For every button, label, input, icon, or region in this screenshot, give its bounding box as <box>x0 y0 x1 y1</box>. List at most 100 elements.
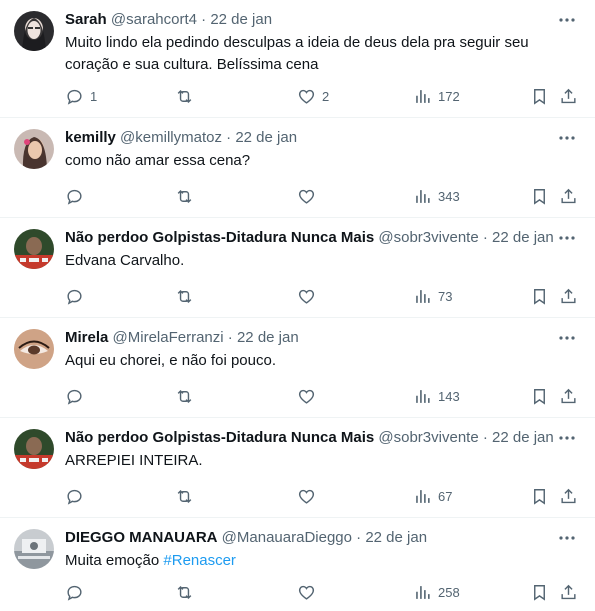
user-handle[interactable]: @kemillymatoz <box>120 129 222 146</box>
like-button[interactable] <box>297 386 322 406</box>
retweet-button[interactable] <box>175 582 200 602</box>
tweet-date[interactable]: 22 de jan <box>235 129 297 146</box>
share-icon <box>559 387 578 406</box>
view-count: 67 <box>438 488 453 504</box>
tweet-date[interactable]: 22 de jan <box>237 329 299 346</box>
heart-icon <box>297 487 316 506</box>
more-icon[interactable] <box>557 530 577 546</box>
views-button[interactable]: 258 <box>413 582 460 602</box>
reply-button[interactable]: 1 <box>65 86 97 106</box>
retweet-button[interactable] <box>175 186 200 206</box>
share-button[interactable] <box>559 86 578 106</box>
reply-icon <box>65 287 84 306</box>
avatar[interactable] <box>14 429 54 469</box>
display-name[interactable]: Não perdoo Golpistas-Ditadura Nunca Mais <box>65 228 374 248</box>
separator: · <box>482 229 488 246</box>
views-button[interactable]: 143 <box>413 386 460 406</box>
bookmark-icon <box>530 583 549 602</box>
avatar[interactable] <box>14 229 54 269</box>
tweet[interactable]: Mirela @MirelaFerranzi · 22 de jan Aqui … <box>0 318 595 418</box>
avatar[interactable] <box>14 329 54 369</box>
user-handle[interactable]: @sarahcort4 <box>111 11 197 28</box>
bookmark-button[interactable] <box>530 486 549 506</box>
reply-button[interactable] <box>65 582 90 602</box>
reply-button[interactable] <box>65 286 90 306</box>
display-name[interactable]: Não perdoo Golpistas-Ditadura Nunca Mais <box>65 428 374 448</box>
retweet-button[interactable] <box>175 286 200 306</box>
more-icon[interactable] <box>557 230 577 246</box>
user-handle[interactable]: @ManauaraDieggo <box>222 529 352 546</box>
bookmark-button[interactable] <box>530 386 549 406</box>
views-icon <box>413 583 432 602</box>
avatar[interactable] <box>14 129 54 169</box>
share-button[interactable] <box>559 286 578 306</box>
reply-icon <box>65 387 84 406</box>
like-button[interactable] <box>297 486 322 506</box>
hashtag-link[interactable]: #Renascer <box>163 552 236 569</box>
retweet-button[interactable] <box>175 86 200 106</box>
display-name[interactable]: Mirela <box>65 329 108 346</box>
action-bar: 143 <box>65 386 585 406</box>
bookmark-button[interactable] <box>530 186 549 206</box>
views-button[interactable]: 172 <box>413 86 460 106</box>
tweet-text: ARREPIEI INTEIRA. <box>65 452 203 469</box>
bookmark-icon <box>530 287 549 306</box>
tweet-date[interactable]: 22 de jan <box>492 429 554 446</box>
more-icon[interactable] <box>557 430 577 446</box>
display-name[interactable]: kemilly <box>65 129 116 146</box>
user-handle[interactable]: @sobr3vivente <box>378 228 478 248</box>
share-icon <box>559 583 578 602</box>
user-handle[interactable]: @sobr3vivente <box>378 428 478 448</box>
bookmark-button[interactable] <box>530 86 549 106</box>
reply-button[interactable] <box>65 386 90 406</box>
more-icon[interactable] <box>557 12 577 28</box>
tweet[interactable]: DIEGGO MANAUARA @ManauaraDieggo · 22 de … <box>0 518 595 611</box>
like-button[interactable]: 2 <box>297 86 329 106</box>
views-button[interactable]: 67 <box>413 486 452 506</box>
reply-button[interactable] <box>65 486 90 506</box>
reply-count: 1 <box>90 88 98 104</box>
action-bar: 67 <box>65 486 585 506</box>
separator: · <box>227 329 233 346</box>
views-button[interactable]: 73 <box>413 286 452 306</box>
share-button[interactable] <box>559 582 578 602</box>
display-name[interactable]: Sarah <box>65 11 107 28</box>
avatar[interactable] <box>14 11 54 51</box>
share-button[interactable] <box>559 386 578 406</box>
views-icon <box>413 487 432 506</box>
share-button[interactable] <box>559 486 578 506</box>
tweet[interactable]: Não perdoo Golpistas-Ditadura Nunca Mais… <box>0 218 595 318</box>
bookmark-button[interactable] <box>530 582 549 602</box>
action-bar: 73 <box>65 286 585 306</box>
like-button[interactable] <box>297 582 322 602</box>
bookmark-button[interactable] <box>530 286 549 306</box>
like-button[interactable] <box>297 186 322 206</box>
retweet-button[interactable] <box>175 386 200 406</box>
reply-icon <box>65 487 84 506</box>
views-button[interactable]: 343 <box>413 186 460 206</box>
tweet-header: kemilly @kemillymatoz · 22 de jan <box>65 128 555 148</box>
retweet-button[interactable] <box>175 486 200 506</box>
user-handle[interactable]: @MirelaFerranzi <box>113 329 224 346</box>
tweet[interactable]: Sarah @sarahcort4 · 22 de jan Muito lind… <box>0 0 595 118</box>
action-bar: 258 <box>65 582 585 602</box>
more-icon[interactable] <box>557 130 577 146</box>
retweet-icon <box>175 187 194 206</box>
heart-icon <box>297 287 316 306</box>
tweet[interactable]: kemilly @kemillymatoz · 22 de jan como n… <box>0 118 595 218</box>
tweet[interactable]: Não perdoo Golpistas-Ditadura Nunca Mais… <box>0 418 595 518</box>
tweet-text: Muito lindo ela pedindo desculpas a idei… <box>65 34 529 73</box>
like-button[interactable] <box>297 286 322 306</box>
separator: · <box>356 529 362 546</box>
tweet-date[interactable]: 22 de jan <box>210 11 272 28</box>
tweet-date[interactable]: 22 de jan <box>492 229 554 246</box>
share-button[interactable] <box>559 186 578 206</box>
reply-button[interactable] <box>65 186 90 206</box>
retweet-icon <box>175 287 194 306</box>
display-name[interactable]: DIEGGO MANAUARA <box>65 529 218 546</box>
tweet-date[interactable]: 22 de jan <box>365 529 427 546</box>
bookmark-icon <box>530 487 549 506</box>
retweet-icon <box>175 387 194 406</box>
avatar[interactable] <box>14 529 54 569</box>
more-icon[interactable] <box>557 330 577 346</box>
